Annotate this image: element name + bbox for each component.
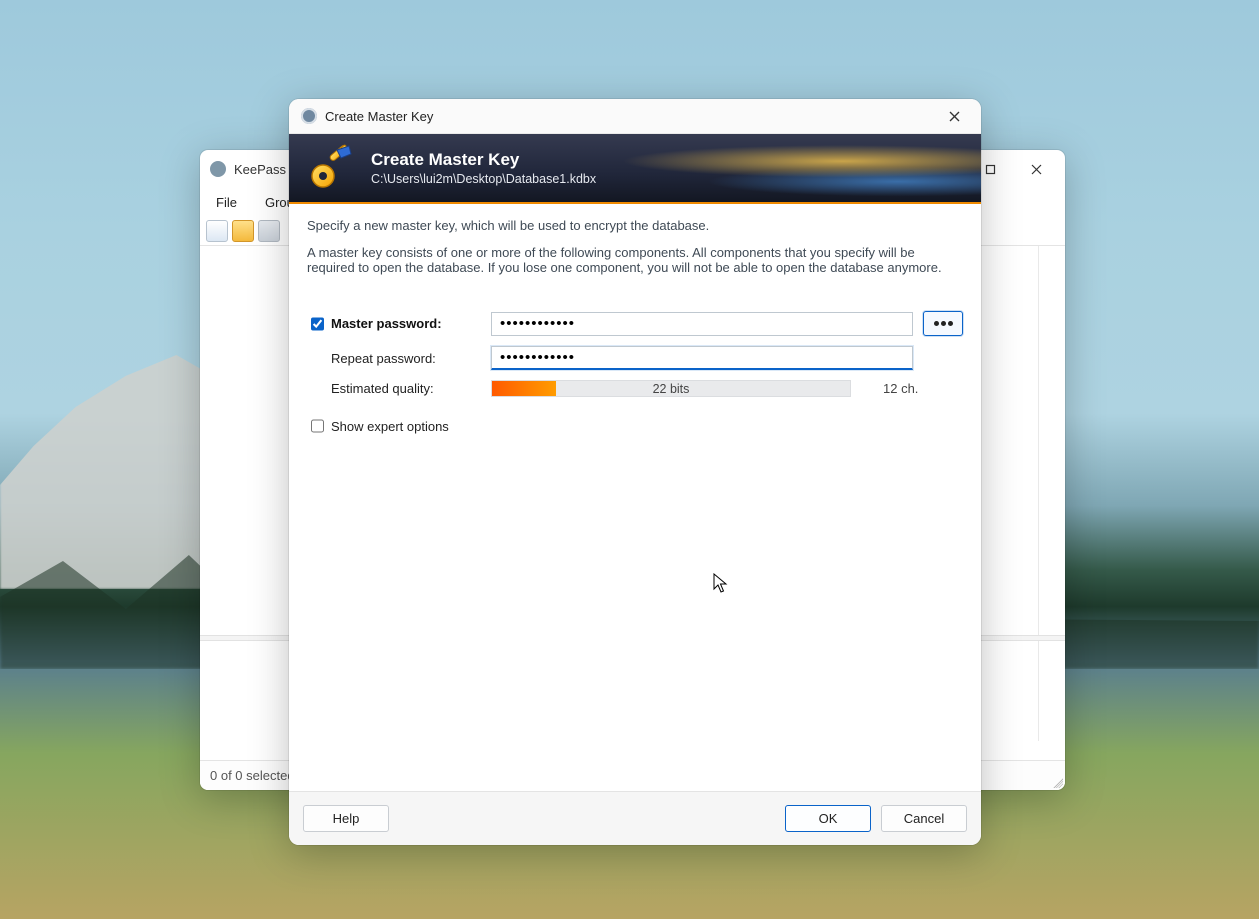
status-selection-count: 0 of 0 selected xyxy=(210,768,295,783)
banner-title: Create Master Key xyxy=(371,150,596,170)
toolbar-new-icon[interactable] xyxy=(206,220,228,242)
toolbar-save-icon[interactable] xyxy=(258,220,280,242)
quality-progress-bar: 22 bits xyxy=(491,380,851,397)
repeat-password-label: Repeat password: xyxy=(331,351,491,366)
estimated-quality-label: Estimated quality: xyxy=(331,381,491,396)
show-expert-label: Show expert options xyxy=(331,419,449,434)
quality-bits-text: 22 bits xyxy=(492,381,850,396)
dialog-title: Create Master Key xyxy=(325,109,931,124)
ok-button[interactable]: OK xyxy=(785,805,871,832)
vertical-splitter[interactable] xyxy=(1038,246,1039,741)
banner-file-path: C:\Users\lui2m\Desktop\Database1.kdbx xyxy=(371,172,596,186)
master-password-label: Master password: xyxy=(331,316,491,331)
char-count-text: 12 ch. xyxy=(883,381,918,396)
toolbar-open-icon[interactable] xyxy=(232,220,254,242)
keepass-dialog-icon xyxy=(301,108,317,124)
key-icon xyxy=(307,144,355,192)
cancel-button[interactable]: Cancel xyxy=(881,805,967,832)
dialog-banner: Create Master Key C:\Users\lui2m\Desktop… xyxy=(289,134,981,204)
repeat-password-input[interactable] xyxy=(491,346,913,370)
intro-text-1: Specify a new master key, which will be … xyxy=(307,218,963,233)
master-password-checkbox[interactable] xyxy=(311,316,324,332)
dialog-close-button[interactable] xyxy=(931,101,977,131)
create-master-key-dialog: Create Master Key xyxy=(289,99,981,845)
main-close-button[interactable] xyxy=(1013,153,1059,185)
keepass-app-icon xyxy=(210,161,226,177)
show-expert-checkbox[interactable] xyxy=(311,418,324,434)
intro-text-2: A master key consists of one or more of … xyxy=(307,245,957,275)
menu-file[interactable]: File xyxy=(206,193,247,212)
dialog-footer: Help OK Cancel xyxy=(289,791,981,845)
desktop-wallpaper: KeePass File Group 0 of 0 selected Creat… xyxy=(0,0,1259,919)
dialog-titlebar[interactable]: Create Master Key xyxy=(289,99,981,134)
master-password-input[interactable] xyxy=(491,312,913,336)
reveal-password-button[interactable] xyxy=(923,311,963,336)
dialog-content: Specify a new master key, which will be … xyxy=(289,204,981,791)
help-button[interactable]: Help xyxy=(303,805,389,832)
resize-grip[interactable] xyxy=(1051,776,1063,788)
